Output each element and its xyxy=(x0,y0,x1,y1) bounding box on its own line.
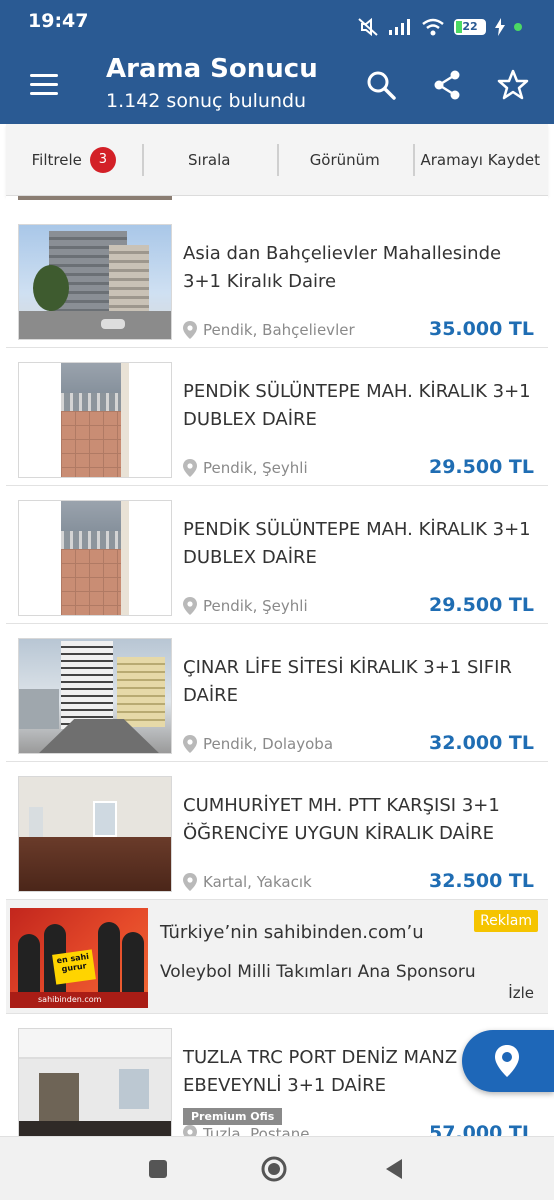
listing-price: 57.000 TL xyxy=(428,1122,534,1136)
listing-photo[interactable] xyxy=(18,500,172,616)
status-time: 19:47 xyxy=(28,10,89,32)
ad-image[interactable]: en sahi gurur sahibinden.com xyxy=(10,908,148,1008)
location-pin-icon xyxy=(183,459,197,477)
listing-photo[interactable] xyxy=(18,1028,172,1136)
ad-headline: Türkiye’nin sahibinden.com’u xyxy=(160,922,424,943)
active-dot-icon xyxy=(514,23,522,31)
listing-photo[interactable] xyxy=(18,776,172,892)
listing-photo[interactable] xyxy=(18,638,172,754)
result-count: 1.142 sonuç bulundu xyxy=(106,90,307,112)
listing-item[interactable]: CUMHURİYET MH. PTT KARŞISI 3+1 ÖĞRENCİYE… xyxy=(6,762,548,900)
back-icon[interactable] xyxy=(380,1155,408,1183)
location-pin-icon xyxy=(183,873,197,891)
home-icon[interactable] xyxy=(260,1155,288,1183)
listing-price: 32.500 TL xyxy=(428,870,534,892)
location-pin-icon xyxy=(183,735,197,753)
mute-icon xyxy=(358,17,378,37)
save-search-button[interactable]: Aramayı Kaydet xyxy=(412,124,549,195)
ad-image-footer: sahibinden.com xyxy=(10,992,148,1008)
menu-icon[interactable] xyxy=(30,74,60,98)
listing-location: Pendik, Dolayoba xyxy=(203,735,334,753)
sponsored-ad[interactable]: en sahi gurur sahibinden.com Türkiye’nin… xyxy=(6,900,548,1014)
listing-location: Pendik, Bahçelievler xyxy=(203,321,355,339)
listing-location: Kartal, Yakacık xyxy=(203,873,312,891)
charging-icon xyxy=(495,18,505,36)
filter-count-badge: 3 xyxy=(89,146,116,173)
listing-item[interactable]: PENDİK SÜLÜNTEPE MAH. KİRALIK 3+1 DUBLEX… xyxy=(6,348,548,486)
listing-title: PENDİK SÜLÜNTEPE MAH. KİRALIK 3+1 DUBLEX… xyxy=(183,519,531,568)
listing-price: 29.500 TL xyxy=(428,456,534,478)
listing-title: CUMHURİYET MH. PTT KARŞISI 3+1 ÖĞRENCİYE… xyxy=(183,795,500,844)
location-pin-icon xyxy=(183,1125,197,1136)
recent-apps-icon[interactable] xyxy=(144,1155,172,1183)
sort-button[interactable]: Sırala xyxy=(141,124,278,195)
battery-icon: 22 xyxy=(454,19,486,35)
listing-item[interactable]: ÇINAR LİFE SİTESİ KİRALIK 3+1 SIFIR DAİR… xyxy=(6,624,548,762)
previous-listing-thumb-edge xyxy=(18,196,172,200)
ad-watch-link[interactable]: İzle xyxy=(508,984,534,1002)
system-nav-bar xyxy=(0,1136,554,1200)
map-view-button[interactable] xyxy=(462,1030,554,1092)
filter-bar: Filtrele 3 Sırala Görünüm Aramayı Kaydet xyxy=(6,124,548,196)
page-title: Arama Sonucu xyxy=(106,54,318,84)
listing-title: ÇINAR LİFE SİTESİ KİRALIK 3+1 SIFIR DAİR… xyxy=(183,657,512,706)
status-bar: 19:47 22 xyxy=(0,0,554,46)
listing-price: 35.000 TL xyxy=(428,318,534,340)
listing-list[interactable]: Asia dan Bahçelievler Mahallesinde 3+1 K… xyxy=(6,196,548,1136)
listing-photo[interactable] xyxy=(18,362,172,478)
filter-button[interactable]: Filtrele 3 xyxy=(6,124,142,195)
star-icon[interactable] xyxy=(496,68,530,102)
location-pin-icon xyxy=(183,321,197,339)
listing-location: Pendik, Şeyhli xyxy=(203,459,308,477)
app-bar: Arama Sonucu 1.142 sonuç bulundu xyxy=(0,46,554,124)
listing-title: PENDİK SÜLÜNTEPE MAH. KİRALIK 3+1 DUBLEX… xyxy=(183,381,531,430)
map-pin-icon xyxy=(495,1045,519,1077)
listing-location: Pendik, Şeyhli xyxy=(203,597,308,615)
share-icon[interactable] xyxy=(430,68,464,102)
listing-photo[interactable] xyxy=(18,224,172,340)
listing-item[interactable]: Asia dan Bahçelievler Mahallesinde 3+1 K… xyxy=(6,210,548,348)
search-icon[interactable] xyxy=(364,68,398,102)
listing-location: Tuzla, Postane xyxy=(203,1125,310,1136)
ad-description: Voleybol Milli Takımları Ana Sponsoru xyxy=(160,962,476,982)
listing-price: 32.000 TL xyxy=(428,732,534,754)
wifi-icon xyxy=(422,18,444,36)
listing-item[interactable]: PENDİK SÜLÜNTEPE MAH. KİRALIK 3+1 DUBLEX… xyxy=(6,486,548,624)
premium-badge: Premium Ofis xyxy=(183,1108,283,1125)
ad-label-badge: Reklam xyxy=(474,910,538,932)
location-pin-icon xyxy=(183,597,197,615)
listing-title: Asia dan Bahçelievler Mahallesinde 3+1 K… xyxy=(183,243,502,292)
view-button[interactable]: Görünüm xyxy=(277,124,413,195)
ad-image-slogan: en sahi gurur xyxy=(52,949,96,985)
signal-icon xyxy=(389,19,410,35)
listing-price: 29.500 TL xyxy=(428,594,534,616)
